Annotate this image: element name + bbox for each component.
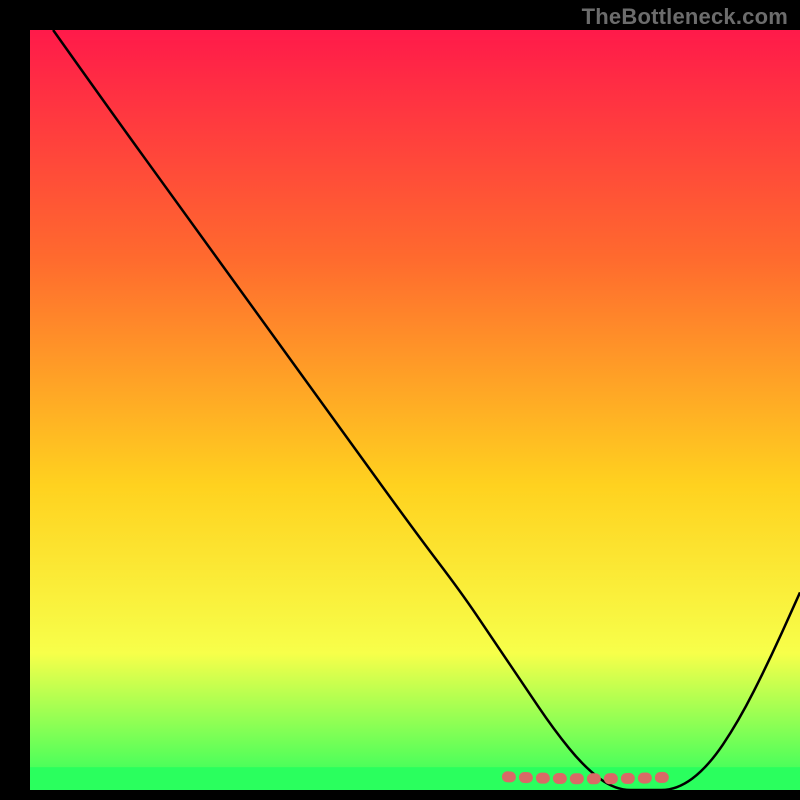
bottleneck-chart — [0, 0, 800, 800]
chart-frame: { "attribution": "TheBottleneck.com", "c… — [0, 0, 800, 800]
optimal-range-marker — [507, 777, 676, 779]
gradient-background — [30, 30, 800, 790]
green-floor — [30, 767, 800, 790]
attribution-text: TheBottleneck.com — [582, 4, 788, 30]
